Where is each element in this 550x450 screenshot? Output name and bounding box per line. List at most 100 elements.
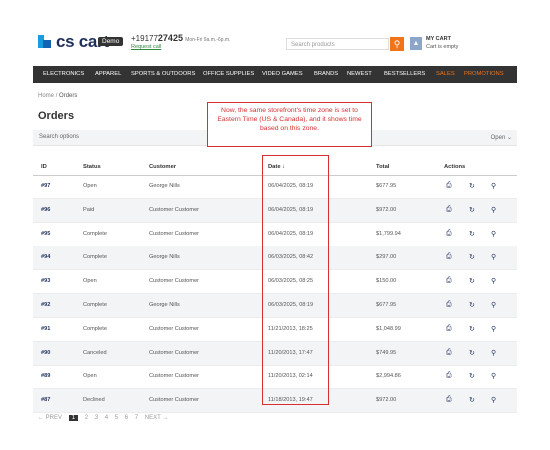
page-4-link[interactable]: 4 <box>105 415 108 421</box>
order-customer: Customer Customer <box>149 325 200 332</box>
order-total: $297.00 <box>376 254 397 261</box>
refresh-icon[interactable]: ↻ <box>469 349 475 357</box>
page-3-link[interactable]: 3 <box>95 415 98 421</box>
page-2-link[interactable]: 2 <box>85 415 88 421</box>
view-icon[interactable]: ⚲ <box>491 182 496 190</box>
order-id-link[interactable]: #93 <box>41 278 50 284</box>
print-icon[interactable]: ⎙ <box>446 230 452 238</box>
nav-item-sales[interactable]: SALES <box>436 66 455 83</box>
order-id-link[interactable]: #89 <box>41 373 50 379</box>
refresh-icon[interactable]: ↻ <box>469 253 475 261</box>
nav-item-electronics[interactable]: ELECTRONICS <box>43 66 84 83</box>
page-title: Orders <box>38 110 75 122</box>
column-header-customer[interactable]: Customer <box>149 164 176 170</box>
nav-item-office[interactable]: OFFICE SUPPLIES <box>203 66 254 83</box>
order-status: Open <box>83 373 97 380</box>
column-header-id[interactable]: ID <box>41 164 47 170</box>
nav-item-newest[interactable]: NEWEST <box>347 66 372 83</box>
print-icon[interactable]: ⎙ <box>446 277 452 285</box>
order-total: $749.95 <box>376 349 397 356</box>
page-7-link[interactable]: 7 <box>135 415 138 421</box>
page-6-link[interactable]: 6 <box>125 415 128 421</box>
column-header-total[interactable]: Total <box>376 164 389 170</box>
order-total: $677.95 <box>376 183 397 189</box>
column-header-actions: Actions <box>444 164 466 170</box>
view-icon[interactable]: ⚲ <box>491 325 496 333</box>
breadcrumb-current: Orders <box>59 93 78 99</box>
order-id-link[interactable]: #94 <box>41 254 50 260</box>
view-icon[interactable]: ⚲ <box>491 206 496 214</box>
view-icon[interactable]: ⚲ <box>491 230 496 238</box>
search-options-toggle[interactable]: Open ⌄ <box>491 134 512 141</box>
order-status: Open <box>83 278 97 285</box>
order-id-link[interactable]: #87 <box>41 397 50 403</box>
nav-item-video-games[interactable]: VIDEO GAMES <box>262 66 303 83</box>
refresh-icon[interactable]: ↻ <box>469 396 475 404</box>
cart-title[interactable]: MY CART <box>426 36 451 42</box>
view-icon[interactable]: ⚲ <box>491 349 496 357</box>
print-icon[interactable]: ⎙ <box>446 182 452 190</box>
order-total: $2,994.86 <box>376 373 401 380</box>
nav-item-bestsellers[interactable]: BESTSELLERS <box>384 66 425 83</box>
order-status: Canceled <box>83 349 107 356</box>
nav-item-apparel[interactable]: APPAREL <box>95 66 121 83</box>
order-total: $972.00 <box>376 397 397 404</box>
order-customer: Customer Customer <box>149 206 200 213</box>
print-icon[interactable]: ⎙ <box>446 349 452 357</box>
order-total: $972.00 <box>376 206 397 213</box>
order-status: Declined <box>83 397 105 404</box>
order-status: Open <box>83 183 97 189</box>
view-icon[interactable]: ⚲ <box>491 277 496 285</box>
breadcrumb-separator: / <box>55 93 58 99</box>
refresh-icon[interactable]: ↻ <box>469 325 475 333</box>
refresh-icon[interactable]: ↻ <box>469 301 475 309</box>
order-id-link[interactable]: #95 <box>41 231 50 237</box>
cart-icon[interactable]: ▲ <box>410 37 422 50</box>
order-customer: George Nills <box>149 302 180 308</box>
print-icon[interactable]: ⎙ <box>446 372 452 380</box>
order-status: Complete <box>83 230 107 237</box>
nav-item-promotions[interactable]: PROMOTIONS <box>464 66 504 83</box>
order-total: $150.00 <box>376 278 397 285</box>
print-icon[interactable]: ⎙ <box>446 253 452 261</box>
order-id-link[interactable]: #90 <box>41 350 50 356</box>
order-id-link[interactable]: #91 <box>41 326 50 332</box>
order-total: $1,799.94 <box>376 230 401 237</box>
refresh-icon[interactable]: ↻ <box>469 277 475 285</box>
refresh-icon[interactable]: ↻ <box>469 230 475 238</box>
date-column-highlight <box>262 155 329 405</box>
prev-page-link[interactable]: ← PREV <box>38 415 62 421</box>
order-id-link[interactable]: #97 <box>41 183 50 189</box>
order-customer: George Nills <box>149 183 180 189</box>
view-icon[interactable]: ⚲ <box>491 372 496 380</box>
print-icon[interactable]: ⎙ <box>446 301 452 309</box>
breadcrumb-home[interactable]: Home <box>38 93 54 99</box>
print-icon[interactable]: ⎙ <box>446 325 452 333</box>
order-id-link[interactable]: #92 <box>41 302 50 308</box>
demo-badge: Demo <box>98 37 124 46</box>
column-header-status[interactable]: Status <box>83 164 101 170</box>
refresh-icon[interactable]: ↻ <box>469 182 475 190</box>
view-icon[interactable]: ⚲ <box>491 301 496 309</box>
order-status: Complete <box>83 302 107 308</box>
view-icon[interactable]: ⚲ <box>491 253 496 261</box>
print-icon[interactable]: ⎙ <box>446 396 452 404</box>
order-customer: Customer Customer <box>149 230 200 237</box>
order-id-link[interactable]: #96 <box>41 207 50 213</box>
phone-prefix: +19177 <box>131 34 158 43</box>
request-call-link[interactable]: Request call <box>131 44 161 50</box>
nav-item-sports[interactable]: SPORTS & OUTDOORS <box>131 66 195 83</box>
view-icon[interactable]: ⚲ <box>491 396 496 404</box>
search-button[interactable]: ⚲ <box>390 37 404 51</box>
search-icon: ⚲ <box>393 39 401 49</box>
print-icon[interactable]: ⎙ <box>446 206 452 214</box>
nav-item-brands[interactable]: BRANDS <box>314 66 338 83</box>
logo-icon[interactable] <box>38 35 51 48</box>
refresh-icon[interactable]: ↻ <box>469 372 475 380</box>
order-status: Paid <box>83 206 95 213</box>
search-input[interactable]: Search products <box>286 38 389 50</box>
next-page-link[interactable]: NEXT → <box>145 415 169 421</box>
page-5-link[interactable]: 5 <box>115 415 118 421</box>
page-1-link[interactable]: 1 <box>68 415 79 421</box>
refresh-icon[interactable]: ↻ <box>469 206 475 214</box>
